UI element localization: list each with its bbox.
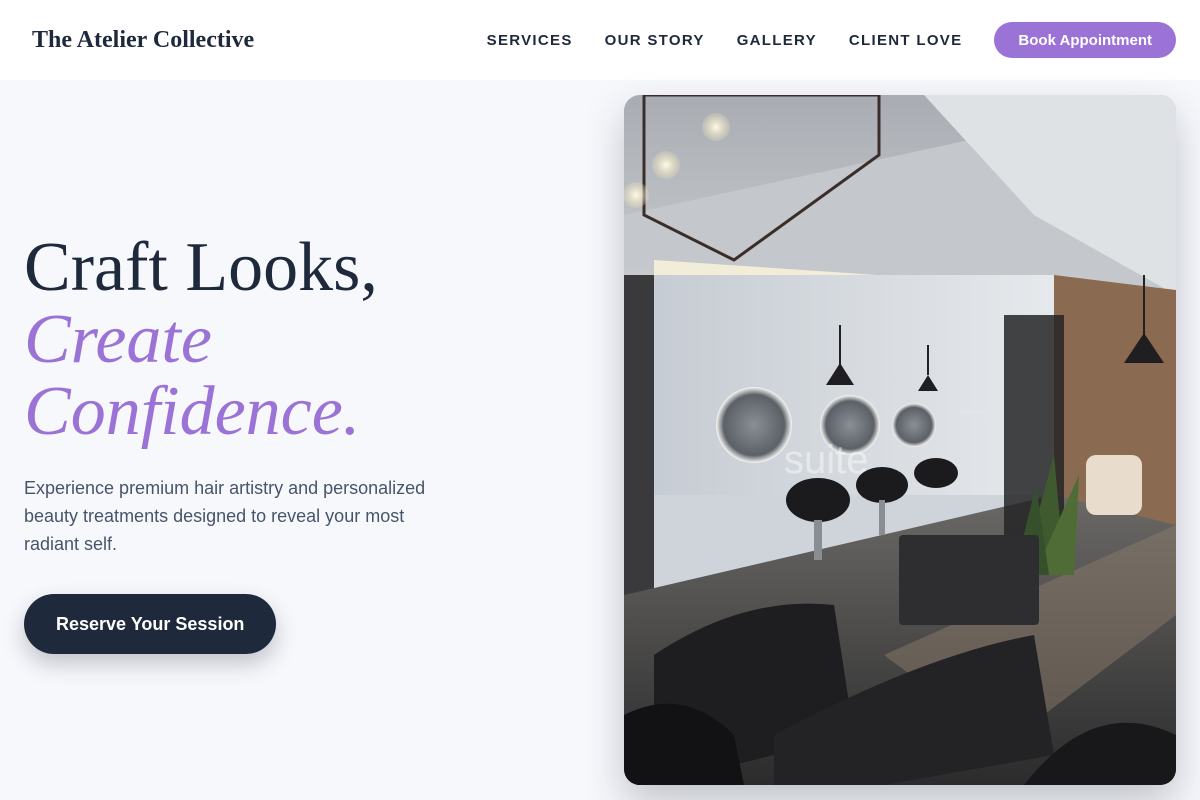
salon-interior-image: suite beauty: [624, 95, 1176, 785]
headline-line-1: Craft Looks,: [24, 229, 378, 306]
hero-section: Craft Looks, Create Confidence. Experien…: [24, 232, 584, 654]
brand-logo[interactable]: The Atelier Collective: [32, 27, 254, 54]
book-appointment-button[interactable]: Book Appointment: [994, 22, 1176, 58]
nav-link-client-love[interactable]: CLIENT LOVE: [849, 32, 962, 49]
nav-link-gallery[interactable]: GALLERY: [737, 32, 817, 49]
main-nav: SERVICES OUR STORY GALLERY CLIENT LOVE: [487, 32, 963, 49]
nav-link-services[interactable]: SERVICES: [487, 32, 573, 49]
image-watermark: suite: [784, 438, 869, 482]
headline-line-3: Confidence.: [24, 373, 361, 450]
hero-description: Experience premium hair artistry and per…: [24, 478, 426, 554]
reserve-session-button[interactable]: Reserve Your Session: [24, 594, 277, 654]
salon-illustration: suite beauty: [624, 95, 1176, 785]
hero-headline: Craft Looks, Create Confidence.: [24, 232, 584, 448]
wall-sign-text: beauty: [960, 407, 988, 417]
headline-line-2: Create: [24, 301, 212, 378]
site-header: The Atelier Collective SERVICES OUR STOR…: [0, 0, 1200, 80]
nav-link-our-story[interactable]: OUR STORY: [605, 32, 705, 49]
